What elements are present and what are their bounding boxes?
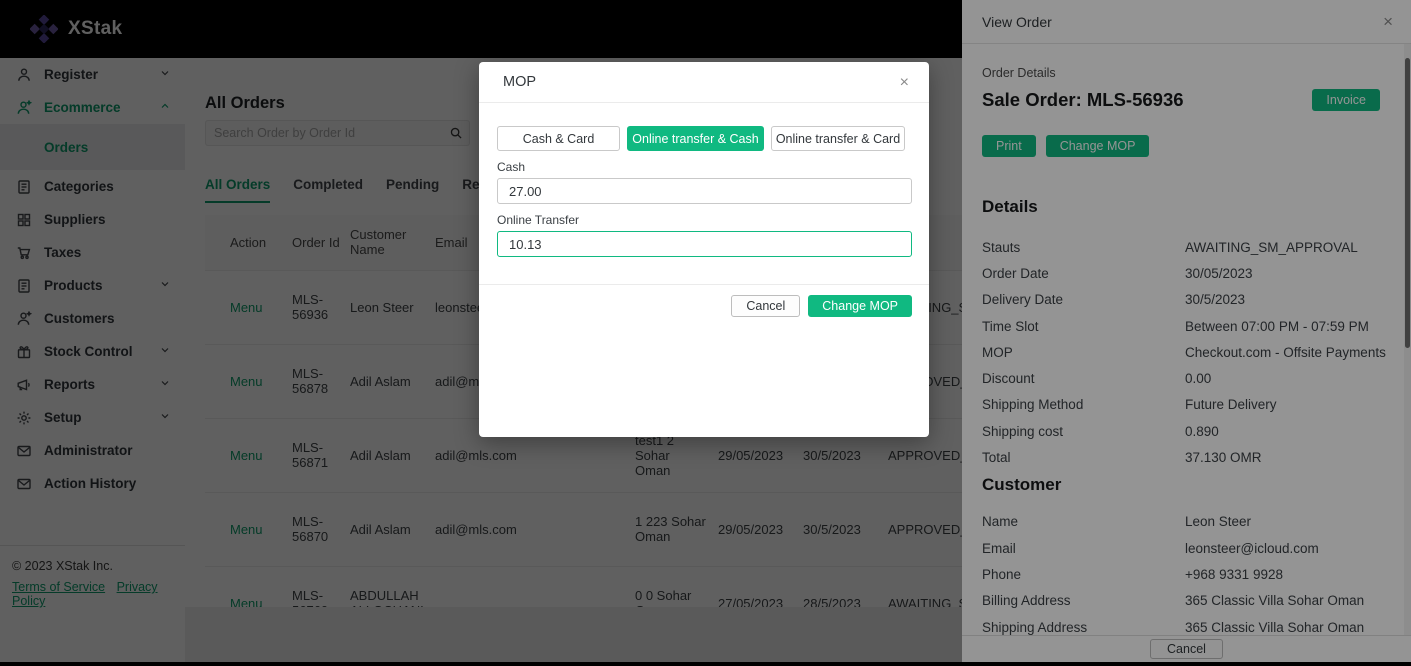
modal-header: MOP × [479,62,929,103]
cash-input[interactable] [497,178,912,204]
close-icon[interactable]: × [900,62,909,103]
modal-body: Cash & Card Online transfer & Cash Onlin… [479,103,929,257]
online-transfer-label: Online Transfer [497,213,912,227]
modal-change-mop-button[interactable]: Change MOP [808,295,912,317]
cash-label: Cash [497,160,912,174]
modal-cancel-button[interactable]: Cancel [731,295,800,317]
online-transfer-input[interactable] [497,231,912,257]
option-online-transfer-and-cash[interactable]: Online transfer & Cash [627,126,764,151]
option-online-transfer-and-card[interactable]: Online transfer & Card [771,126,905,151]
mop-options: Cash & Card Online transfer & Cash Onlin… [497,126,912,151]
app-root: XStak Register Ecommerce Orders Categori… [0,0,1411,666]
modal-footer: Cancel Change MOP [479,284,929,317]
modal-title: MOP [503,74,536,90]
option-cash-and-card[interactable]: Cash & Card [497,126,620,151]
mop-modal: MOP × Cash & Card Online transfer & Cash… [479,62,929,437]
